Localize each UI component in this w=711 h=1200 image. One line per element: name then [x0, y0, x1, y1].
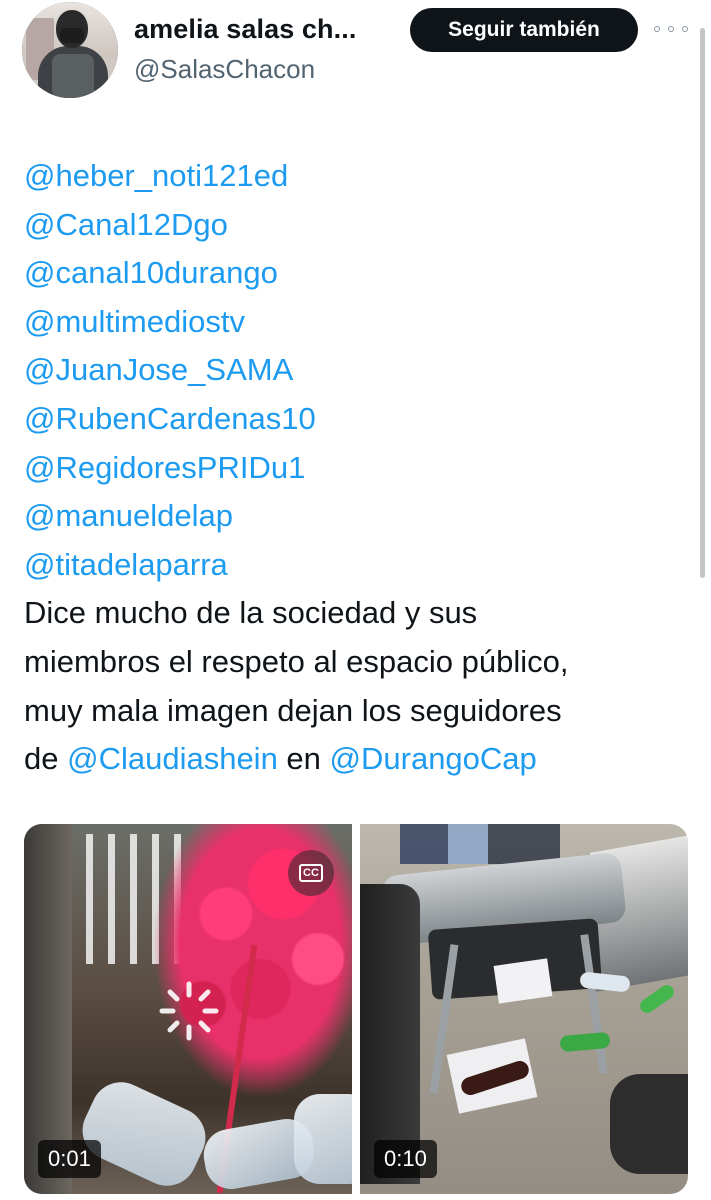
tree-trunk [24, 824, 72, 1194]
mention-link[interactable]: @Canal12Dgo [24, 201, 684, 250]
avatar[interactable] [22, 2, 118, 98]
captions-icon[interactable]: CC [288, 850, 334, 896]
people-legs [400, 824, 560, 864]
tweet-text-fragment: de [24, 741, 68, 777]
video-thumbnail-2[interactable]: 0:10 [360, 824, 688, 1194]
avatar-vest [52, 54, 94, 98]
tweet-body-line: muy mala imagen dejan los seguidores [24, 692, 562, 728]
flyer [493, 958, 553, 1004]
bottle [294, 1094, 352, 1184]
mention-link[interactable]: @JuanJose_SAMA [24, 346, 684, 395]
author-handle[interactable]: @SalasChacon [134, 54, 315, 85]
person-leg [360, 884, 420, 1184]
author-display-name[interactable]: amelia salas ch... [134, 14, 356, 45]
mention-link[interactable]: @RegidoresPRIDu1 [24, 444, 684, 493]
mention-link[interactable]: @multimediostv [24, 298, 684, 347]
tweet-body-line: miembros el respeto al espacio público, [24, 643, 569, 679]
shoe [610, 1074, 688, 1174]
mention-link-durangocap[interactable]: @DurangoCap [330, 741, 537, 776]
more-dot [682, 26, 688, 32]
mention-link-claudiashein[interactable]: @Claudiashein [67, 741, 278, 776]
mention-link[interactable]: @manueldelap [24, 492, 684, 541]
video-duration: 0:10 [374, 1140, 437, 1178]
tweet-text: @heber_noti121ed @Canal12Dgo @canal10dur… [24, 152, 684, 784]
mention-link[interactable]: @titadelaparra [24, 541, 684, 590]
video-duration: 0:01 [38, 1140, 101, 1178]
more-dot [654, 26, 660, 32]
more-dot [668, 26, 674, 32]
mention-link[interactable]: @canal10durango [24, 249, 684, 298]
mention-link[interactable]: @RubenCardenas10 [24, 395, 684, 444]
tweet-body-line: Dice mucho de la sociedad y sus [24, 595, 478, 631]
scrollbar[interactable] [700, 28, 705, 578]
video-thumbnail-1[interactable]: CC 0:01 [24, 824, 352, 1194]
mention-link[interactable]: @heber_noti121ed [24, 152, 684, 201]
tweet-text-fragment: en [277, 741, 330, 777]
tweet-body-last-line: de @Claudiashein en @DurangoCap [24, 735, 684, 784]
loading-spinner-icon [159, 981, 219, 1041]
avatar-mask [60, 28, 84, 43]
more-horizontal-icon[interactable] [654, 20, 688, 38]
follow-button[interactable]: Seguir también [410, 8, 638, 52]
